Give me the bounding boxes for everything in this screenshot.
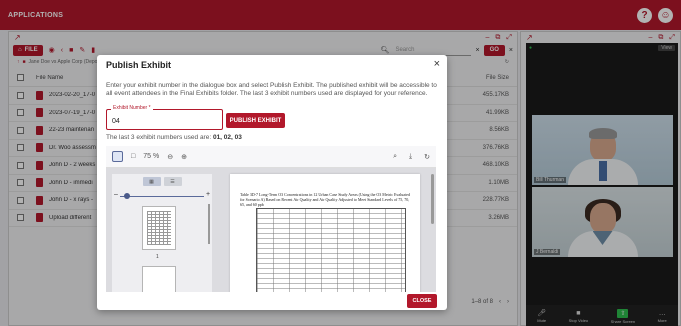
last-used-prefix: The last 3 exhibit numbers used are: xyxy=(106,134,212,141)
exhibit-number-value[interactable]: 04 xyxy=(112,118,120,125)
dialog-description: Enter your exhibit number in the dialogu… xyxy=(106,82,437,97)
close-button[interactable]: CLOSE xyxy=(407,294,437,308)
document-icon[interactable]: □ xyxy=(131,153,135,160)
page-thumbnail[interactable] xyxy=(142,206,176,250)
exhibit-number-input[interactable]: Exhibit Number * 04 xyxy=(106,105,223,130)
document-table-caption: Table 3D-7 Long-Term O3 Concentrations i… xyxy=(240,192,410,207)
thumbnail-panel: ▦ ☰ – + 1 xyxy=(112,174,212,292)
sidebar-toggle-icon[interactable] xyxy=(112,151,123,162)
last-used-numbers: The last 3 exhibit numbers used are: 01,… xyxy=(106,134,242,141)
pdf-viewer: □ 75 % ⊖ ⊕ ⌕ ⤓ ↻ ▦ ☰ – + 1 Table 3D-7 Lo… xyxy=(106,146,436,292)
page-thumbnail[interactable] xyxy=(142,266,176,292)
thumbnail-zoom-in-icon[interactable]: + xyxy=(206,191,210,198)
thumbnail-list-tab[interactable]: ☰ xyxy=(163,177,182,186)
exhibit-number-label: Exhibit Number * xyxy=(111,105,153,111)
last-used-values: 01, 02, 03 xyxy=(212,134,242,141)
zoom-out-icon[interactable]: ⊖ xyxy=(167,153,173,161)
thumbnail-size-slider[interactable] xyxy=(120,196,204,197)
viewer-scrollbar[interactable] xyxy=(431,174,434,224)
download-icon[interactable]: ⤓ xyxy=(409,153,412,161)
thumbnail-grid-tab[interactable]: ▦ xyxy=(142,177,161,186)
search-icon[interactable]: ⌕ xyxy=(393,153,397,161)
zoom-level[interactable]: 75 % xyxy=(143,153,159,160)
rotate-icon[interactable]: ↻ xyxy=(424,153,430,161)
document-page: Table 3D-7 Long-Term O3 Concentrations i… xyxy=(230,174,420,292)
dialog-title: Publish Exhibit xyxy=(106,60,172,70)
thumbnail-zoom-out-icon[interactable]: – xyxy=(114,191,118,198)
thumbnail-scrollbar[interactable] xyxy=(208,204,210,244)
thumbnail-page-number: 1 xyxy=(156,254,159,260)
close-icon[interactable]: × xyxy=(434,58,440,70)
slider-handle[interactable] xyxy=(124,193,130,199)
viewer-toolbar: □ 75 % ⊖ ⊕ ⌕ ⤓ ↻ xyxy=(106,146,436,168)
publish-exhibit-dialog: Publish Exhibit × Enter your exhibit num… xyxy=(97,55,447,310)
publish-exhibit-button[interactable]: PUBLISH EXHIBIT xyxy=(226,113,285,128)
document-table xyxy=(256,208,406,292)
zoom-in-icon[interactable]: ⊕ xyxy=(181,153,187,161)
